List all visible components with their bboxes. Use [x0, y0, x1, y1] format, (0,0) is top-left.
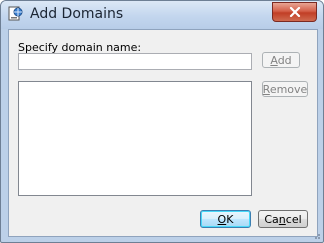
domain-name-input[interactable]	[18, 53, 252, 70]
close-icon	[289, 7, 300, 17]
add-button[interactable]: Add	[262, 52, 300, 68]
domain-app-icon	[8, 6, 23, 21]
add-domains-dialog: Add Domains Specify domain name: Add Rem…	[0, 0, 324, 243]
ok-button[interactable]: OK	[200, 210, 251, 228]
window-title: Add Domains	[30, 6, 124, 22]
remove-button[interactable]: Remove	[262, 81, 308, 97]
resize-grip-icon[interactable]	[311, 230, 321, 240]
cancel-button-label: Cancel	[264, 212, 302, 226]
dialog-body: Specify domain name: Add Remove OK Cance…	[8, 29, 318, 237]
remove-button-label: Remove	[262, 82, 308, 96]
close-button[interactable]	[272, 2, 317, 22]
domain-list[interactable]	[18, 81, 252, 196]
title-bar[interactable]: Add Domains	[1, 1, 323, 29]
add-button-label: Add	[270, 53, 292, 67]
ok-button-label: OK	[217, 212, 234, 226]
cancel-button[interactable]: Cancel	[258, 210, 308, 228]
